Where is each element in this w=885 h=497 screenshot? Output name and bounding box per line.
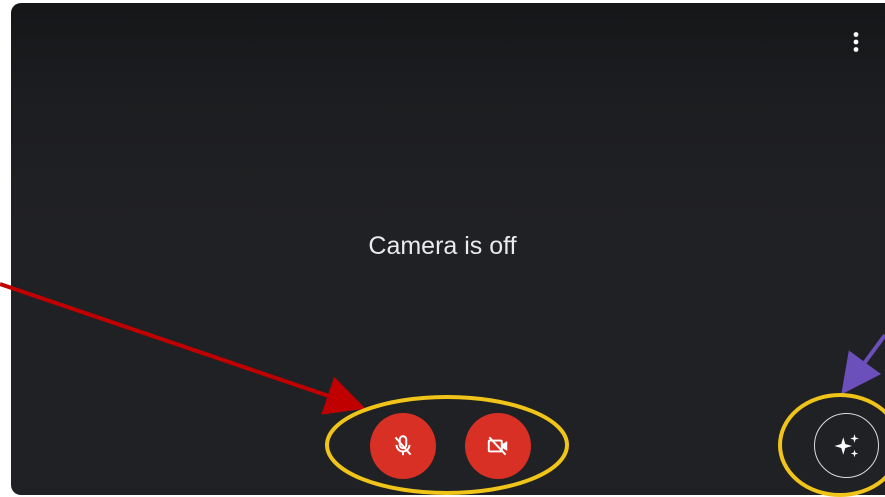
more-vert-icon <box>853 32 859 52</box>
meeting-preview-screen: Camera is off <box>0 0 885 497</box>
sparkle-icon <box>834 433 859 457</box>
videocam-off-icon <box>487 436 508 456</box>
mic-off-icon <box>394 435 412 456</box>
visual-effects-button[interactable] <box>814 413 879 478</box>
microphone-toggle-button[interactable] <box>370 413 436 479</box>
camera-toggle-button[interactable] <box>465 413 531 479</box>
camera-off-message: Camera is off <box>368 232 517 260</box>
more-options-button[interactable] <box>836 22 876 62</box>
